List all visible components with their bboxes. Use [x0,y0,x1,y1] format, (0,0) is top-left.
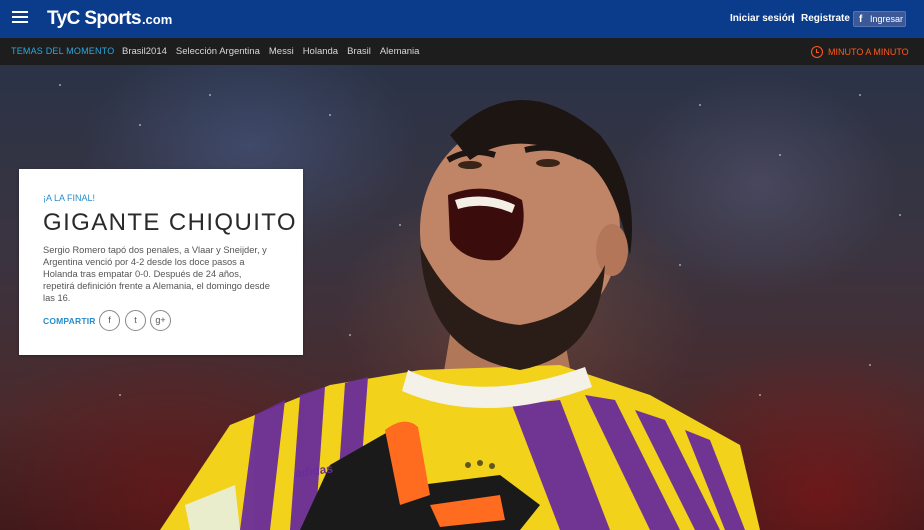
login-link[interactable]: Iniciar sesión [730,13,794,25]
nav-item-brasil2014[interactable]: Brasil2014 [122,46,167,57]
google-plus-icon: g+ [155,315,166,325]
hamburger-menu-icon[interactable] [12,11,28,24]
nav-item-seleccion-argentina[interactable]: Selección Argentina [176,46,260,57]
nav-item-alemania[interactable]: Alemania [380,46,420,57]
minuto-a-minuto-label: MINUTO A MINUTO [828,47,909,57]
share-google-plus-button[interactable]: g+ [150,310,171,331]
nav-item-brasil[interactable]: Brasil [347,46,371,57]
site-logo[interactable]: TyC Sports.com [47,8,172,30]
trending-topics-bar: TEMAS DEL MOMENTO Brasil2014 Selección A… [0,38,924,65]
facebook-icon: f [108,315,111,325]
register-link[interactable]: Registrate [801,13,850,25]
header-separator: | [792,13,795,24]
article-headline[interactable]: GIGANTE CHIQUITO [43,209,297,237]
twitter-icon: t [134,315,137,325]
facebook-login-button[interactable]: f Ingresar [853,11,906,27]
featured-article-card[interactable]: ¡A LA FINAL! GIGANTE CHIQUITO Sergio Rom… [19,169,303,355]
trending-topics-label: TEMAS DEL MOMENTO [11,46,115,56]
share-label: COMPARTIR [43,316,96,326]
share-twitter-button[interactable]: t [125,310,146,331]
facebook-login-label: Ingresar [870,14,904,24]
article-kicker: ¡A LA FINAL! [43,193,96,203]
logo-text: TyC Sports [47,8,142,29]
nav-item-messi[interactable]: Messi [269,46,294,57]
nav-item-holanda[interactable]: Holanda [303,46,338,57]
share-facebook-button[interactable]: f [99,310,120,331]
top-header-bar: TyC Sports.com Iniciar sesión | Registra… [0,0,924,38]
clock-icon [811,46,823,58]
logo-domain: .com [141,12,173,27]
facebook-icon: f [859,14,863,25]
article-summary: Sergio Romero tapó dos penales, a Vlaar … [43,245,270,303]
trending-topics-list: Brasil2014 Selección Argentina Messi Hol… [122,46,428,57]
